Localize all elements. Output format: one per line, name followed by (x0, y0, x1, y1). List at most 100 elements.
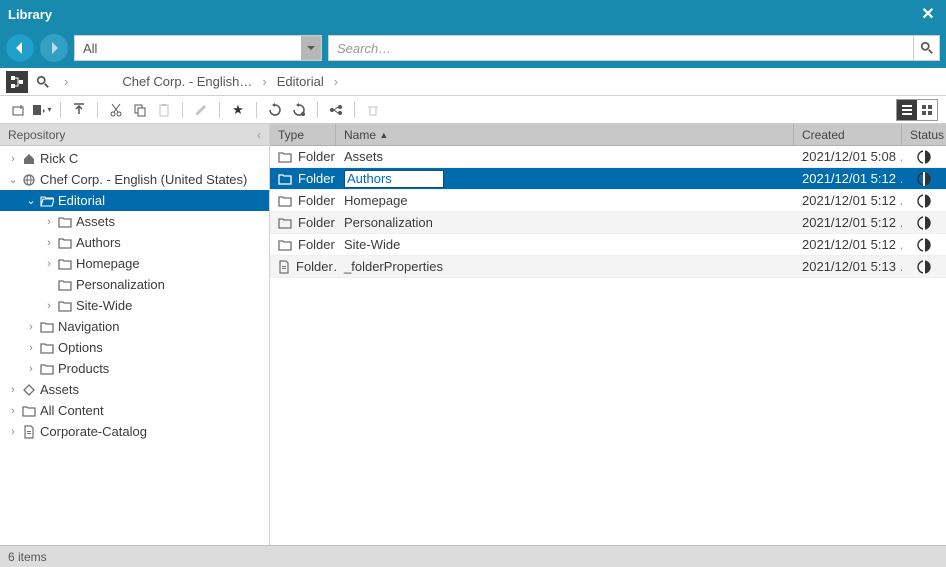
folder-icon (278, 173, 292, 185)
new-menu-button[interactable]: ▾ (32, 100, 52, 120)
folder-open-icon (38, 195, 56, 207)
filter-select[interactable]: All (74, 35, 322, 61)
search-icon (920, 41, 934, 55)
refresh-button[interactable] (265, 100, 285, 120)
folder-icon (56, 300, 74, 312)
cell-type: Folder (270, 171, 336, 186)
col-created[interactable]: Created (794, 124, 902, 145)
cell-created: 2021/12/01 5:13 … (794, 259, 902, 274)
tree: ›Rick C⌄Chef Corp. - English (United Sta… (0, 146, 269, 545)
expand-toggle[interactable]: › (24, 363, 38, 375)
tree-node[interactable]: ›Site-Wide (0, 295, 269, 316)
cell-type: Folder (270, 149, 336, 164)
cut-button[interactable] (106, 100, 126, 120)
tree-node[interactable]: ›Rick C (0, 148, 269, 169)
paste-button[interactable] (154, 100, 174, 120)
collapse-sidebar-button[interactable]: ‹ (257, 128, 261, 142)
tree-node[interactable]: ›Assets (0, 211, 269, 232)
table-row[interactable]: Folder…_folderProperties2021/12/01 5:13 … (270, 256, 946, 278)
expand-toggle[interactable]: › (6, 153, 20, 165)
tree-node[interactable]: › Assets (0, 379, 269, 400)
chevron-right-icon: › (64, 74, 68, 89)
bookmark-button[interactable]: ★ (228, 100, 248, 120)
list-view-button[interactable] (897, 100, 917, 120)
col-status[interactable]: Status (902, 124, 946, 145)
tree-node[interactable]: ⌄Chef Corp. - English (United States) (0, 169, 269, 190)
expand-toggle[interactable]: › (24, 321, 38, 333)
table-header: Type Name ▲ Created Status (270, 124, 946, 146)
search-button[interactable] (914, 35, 940, 61)
tree-node[interactable]: ›Navigation (0, 316, 269, 337)
edit-button[interactable] (191, 100, 211, 120)
tree-label: Products (58, 361, 109, 376)
copy-icon (133, 103, 147, 117)
refresh-all-button[interactable] (289, 100, 309, 120)
tree-node[interactable]: › Homepage (0, 253, 269, 274)
breadcrumb-item[interactable]: Chef Corp. - English… (122, 74, 252, 89)
row-name: Assets (344, 149, 383, 164)
tree-label: All Content (40, 403, 104, 418)
globe-icon (20, 173, 38, 187)
folder-icon (56, 237, 74, 249)
search-mode-button[interactable] (32, 71, 54, 93)
tree-node[interactable]: › Products (0, 358, 269, 379)
tree-node[interactable]: ⌄Editorial (0, 190, 269, 211)
cell-name: Homepage (336, 193, 794, 208)
table-row[interactable]: FolderAssets2021/12/01 5:08 … (270, 146, 946, 168)
expand-toggle[interactable]: › (24, 342, 38, 354)
folder-icon (56, 258, 74, 270)
row-name: _folderProperties (344, 259, 443, 274)
expand-toggle[interactable]: ⌄ (24, 194, 38, 207)
tree-node[interactable]: › Options (0, 337, 269, 358)
cell-created: 2021/12/01 5:12 … (794, 193, 902, 208)
table-row[interactable]: FolderHomepage2021/12/01 5:12 … (270, 190, 946, 212)
scissors-icon (109, 103, 123, 117)
tree-node[interactable]: › All Content (0, 400, 269, 421)
tree-node[interactable]: Personalization (0, 274, 269, 295)
tree-node[interactable]: › Authors (0, 232, 269, 253)
expand-toggle[interactable]: ⌄ (6, 173, 20, 186)
tree-label: Assets (40, 382, 79, 397)
tree-label: Personalization (76, 277, 165, 292)
cell-name: _folderProperties (336, 259, 794, 274)
tree-label: Options (58, 340, 103, 355)
divider (317, 102, 318, 118)
chevron-down-icon (301, 36, 321, 60)
row-name: Homepage (344, 193, 408, 208)
grid-view-button[interactable] (917, 100, 937, 120)
forward-button[interactable] (40, 34, 68, 62)
arrow-left-icon (12, 40, 28, 56)
back-button[interactable] (6, 34, 34, 62)
tree-label: Homepage (76, 256, 140, 271)
rename-input[interactable] (344, 170, 444, 188)
table-row[interactable]: FolderPersonalization2021/12/01 5:12 … (270, 212, 946, 234)
table-row[interactable]: FolderSite-Wide2021/12/01 5:12 … (270, 234, 946, 256)
expand-toggle[interactable]: › (6, 426, 20, 438)
divider (219, 102, 220, 118)
delete-button[interactable] (363, 100, 383, 120)
cell-status (902, 150, 946, 164)
expand-toggle[interactable]: › (42, 300, 56, 312)
upload-button[interactable] (69, 100, 89, 120)
expand-toggle[interactable]: › (6, 405, 20, 417)
sidebar-header: Repository ‹ (0, 124, 269, 146)
tree-icon (10, 75, 24, 89)
expand-toggle[interactable]: › (42, 216, 56, 228)
search-input[interactable] (328, 35, 914, 61)
new-button[interactable] (8, 100, 28, 120)
home-icon (20, 152, 38, 166)
tree-mode-button[interactable] (6, 71, 28, 93)
breadcrumb-item[interactable]: Editorial (277, 74, 324, 89)
expand-toggle[interactable]: › (42, 258, 56, 270)
tree-node[interactable]: ›Corporate-Catalog (0, 421, 269, 442)
col-type[interactable]: Type (270, 124, 336, 145)
close-button[interactable]: ✕ (918, 4, 938, 24)
expand-toggle[interactable]: › (42, 237, 56, 249)
expand-toggle[interactable]: › (6, 384, 20, 396)
col-name[interactable]: Name ▲ (336, 124, 794, 145)
table-row[interactable]: Folder2021/12/01 5:12 … (270, 168, 946, 190)
copy-button[interactable] (130, 100, 150, 120)
workflow-button[interactable] (326, 100, 346, 120)
content: Repository ‹ ›Rick C⌄Chef Corp. - Englis… (0, 124, 946, 545)
tree-label: Authors (76, 235, 121, 250)
